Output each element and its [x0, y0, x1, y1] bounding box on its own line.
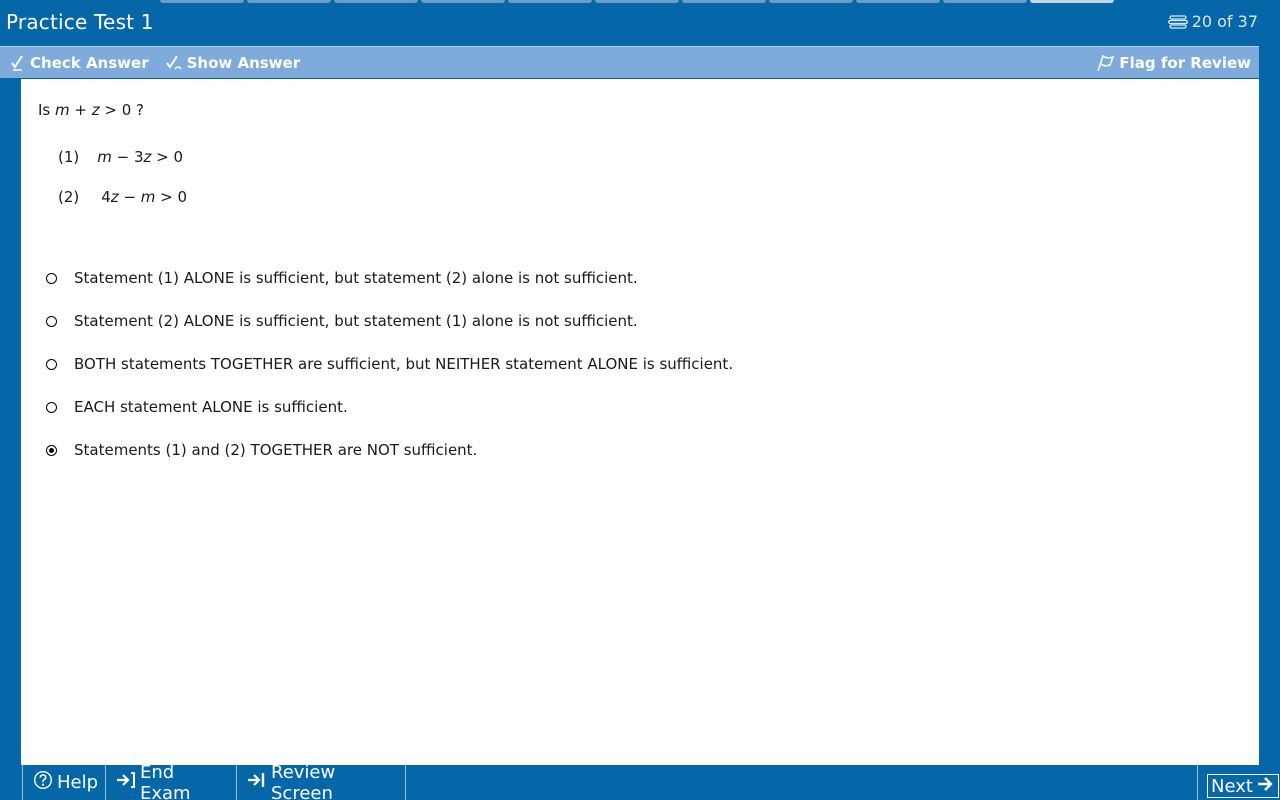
- answer-choice[interactable]: EACH statement ALONE is sufficient.: [46, 385, 733, 428]
- review-screen-button[interactable]: Review Screen: [236, 761, 405, 800]
- statement-expression: m − 3z > 0: [93, 148, 183, 166]
- statement-2: (2) 4z − m > 0: [58, 188, 187, 206]
- statement-number: (2): [58, 188, 80, 206]
- progress-text: 20 of 37: [1191, 12, 1258, 31]
- check-answer-label: Check Answer: [30, 53, 149, 72]
- answer-choice[interactable]: Statements (1) and (2) TOGETHER are NOT …: [46, 428, 733, 471]
- radio-button[interactable]: [46, 445, 57, 456]
- prompt-prefix: Is: [38, 101, 56, 119]
- question-progress: 20 of 37: [1167, 12, 1258, 31]
- next-container: Next: [1197, 765, 1280, 800]
- top-tab: [421, 0, 505, 3]
- top-tab: [682, 0, 766, 3]
- statement-expression: 4z − m > 0: [93, 188, 187, 206]
- answer-choice-label: Statement (1) ALONE is sufficient, but s…: [74, 268, 638, 287]
- top-tab: [595, 0, 679, 3]
- toolbar: Check Answer Show Answer Flag for Review: [0, 46, 1259, 78]
- next-button[interactable]: Next: [1207, 774, 1279, 798]
- question-circle-icon: [33, 770, 53, 795]
- top-tab: [856, 0, 940, 3]
- expr-variable: m: [140, 188, 156, 206]
- flag-for-review-button[interactable]: Flag for Review: [1085, 54, 1259, 72]
- expr-part: −: [118, 188, 141, 206]
- expr-variable: m: [97, 148, 112, 166]
- divider: [405, 765, 406, 800]
- prompt-operator: +: [69, 101, 92, 119]
- statement-number: (1): [58, 148, 80, 166]
- check-pencil-icon: [10, 54, 26, 72]
- top-tab: [508, 0, 592, 3]
- prompt-variable: m: [55, 101, 70, 119]
- answer-choice[interactable]: Statement (2) ALONE is sufficient, but s…: [46, 299, 733, 342]
- answer-choice-label: BOTH statements TOGETHER are sufficient,…: [74, 354, 734, 373]
- expr-part: 4: [101, 188, 111, 206]
- top-tab: [943, 0, 1027, 3]
- expr-part: > 0: [155, 188, 188, 206]
- flag-icon: [1095, 54, 1115, 72]
- next-label: Next: [1211, 775, 1253, 797]
- expr-variable: z: [110, 188, 119, 206]
- show-answer-button[interactable]: Show Answer: [155, 54, 307, 72]
- top-tab: [769, 0, 853, 3]
- radio-button[interactable]: [46, 273, 57, 284]
- bottom-navigation-bar: Help End Exam Review Screen Next: [0, 761, 1280, 800]
- answer-choices: Statement (1) ALONE is sufficient, but s…: [46, 256, 733, 471]
- radio-button[interactable]: [46, 402, 57, 413]
- top-tabs: [160, 0, 1114, 3]
- radio-button[interactable]: [46, 316, 57, 327]
- end-exam-label: End Exam: [140, 761, 191, 800]
- expr-part: > 0: [151, 148, 184, 166]
- help-label: Help: [57, 772, 99, 793]
- stack-icon: [1167, 14, 1188, 29]
- app-title: Practice Test 1: [6, 10, 154, 34]
- answer-choice[interactable]: BOTH statements TOGETHER are sufficient,…: [46, 342, 733, 385]
- show-pencil-icon: [165, 54, 183, 72]
- expr-part: − 3: [111, 148, 144, 166]
- arrow-right-icon: [1257, 776, 1275, 797]
- show-answer-label: Show Answer: [186, 53, 301, 72]
- help-button[interactable]: Help: [22, 765, 105, 800]
- answer-choice[interactable]: Statement (1) ALONE is sufficient, but s…: [46, 256, 733, 299]
- answer-choice-label: Statement (2) ALONE is sufficient, but s…: [74, 311, 638, 330]
- answer-choice-label: EACH statement ALONE is sufficient.: [74, 397, 348, 416]
- top-tab: [160, 0, 244, 3]
- review-screen-label: Review Screen: [271, 761, 336, 800]
- check-answer-button[interactable]: Check Answer: [0, 54, 155, 72]
- top-tab: [247, 0, 331, 3]
- answer-choice-label: Statements (1) and (2) TOGETHER are NOT …: [74, 440, 478, 459]
- end-exam-button[interactable]: End Exam: [105, 761, 236, 800]
- statement-1: (1) m − 3z > 0: [58, 148, 183, 166]
- flag-for-review-label: Flag for Review: [1119, 53, 1251, 72]
- exit-arrow-icon: [116, 771, 136, 794]
- question-prompt: Is m + z > 0 ?: [38, 101, 144, 119]
- prompt-variable: z: [91, 101, 100, 119]
- top-tab: [1030, 0, 1114, 3]
- radio-button[interactable]: [46, 359, 57, 370]
- prompt-suffix: > 0 ?: [99, 101, 145, 119]
- question-panel: Is m + z > 0 ? (1) m − 3z > 0 (2) 4z − m…: [21, 79, 1259, 765]
- top-tab: [334, 0, 418, 3]
- review-arrow-icon: [247, 771, 267, 794]
